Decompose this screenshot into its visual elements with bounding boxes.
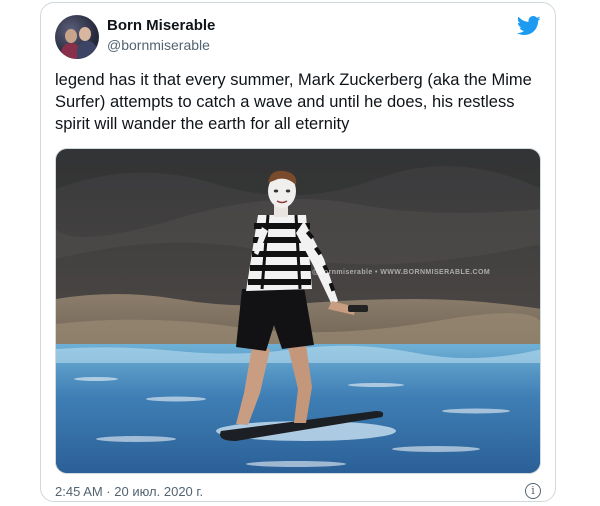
tweet-timestamp[interactable]: 2:45 AM · 20 июл. 2020 г. (55, 484, 203, 499)
avatar[interactable] (55, 15, 99, 59)
photo-watermark: @bornmiserable • WWW.BORNMISERABLE.COM (312, 269, 491, 276)
tweet-text: legend has it that every summer, Mark Zu… (55, 71, 532, 133)
author-name[interactable]: Born Miserable (107, 17, 215, 34)
author-handle[interactable]: @bornmiserable (107, 37, 210, 53)
tweet-card: Born Miserable @bornmiserable legend has… (40, 2, 556, 502)
tweet-photo[interactable]: @bornmiserable • WWW.BORNMISERABLE.COM (55, 148, 541, 474)
surfer-photo (56, 149, 540, 473)
info-icon[interactable]: i (525, 483, 541, 499)
twitter-bird-icon[interactable] (517, 15, 541, 37)
